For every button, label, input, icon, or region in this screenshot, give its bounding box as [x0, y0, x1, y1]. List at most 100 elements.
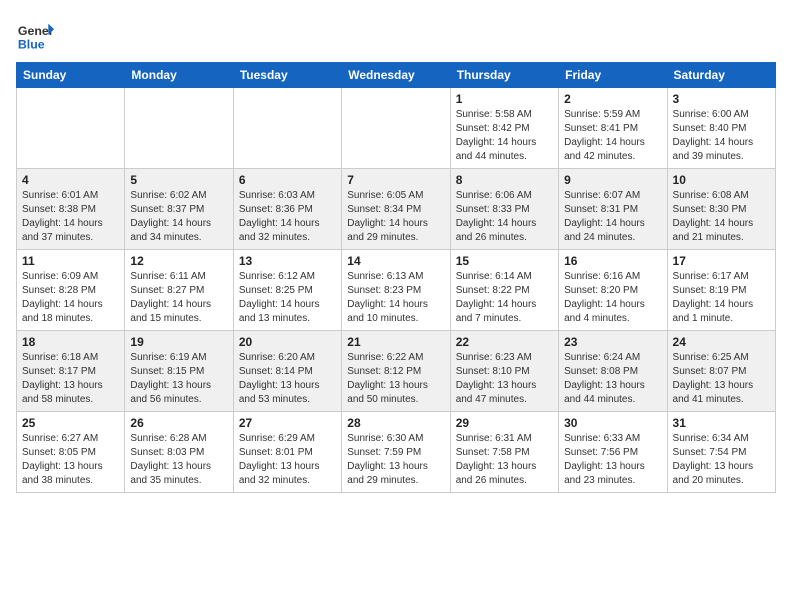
- day-number: 23: [564, 335, 661, 349]
- day-number: 25: [22, 416, 119, 430]
- day-info: Sunrise: 5:59 AM Sunset: 8:41 PM Dayligh…: [564, 108, 661, 164]
- day-number: 5: [130, 173, 227, 187]
- calendar-cell: 26 Sunrise: 6:28 AM Sunset: 8:03 PM Dayli…: [125, 412, 233, 493]
- calendar-week-1: 1Sunrise: 5:58 AM Sunset: 8:42 PM Daylig…: [17, 88, 776, 169]
- calendar-cell: 24 Sunrise: 6:25 AM Sunset: 8:07 PM Dayli…: [667, 331, 775, 412]
- weekday-header-monday: Monday: [125, 63, 233, 88]
- day-number: 22: [456, 335, 553, 349]
- calendar-cell: [125, 88, 233, 169]
- day-number: 17: [673, 254, 770, 268]
- calendar-cell: 6Sunrise: 6:03 AM Sunset: 8:36 PM Daylig…: [233, 169, 341, 250]
- day-number: 30: [564, 416, 661, 430]
- calendar-cell: 8 Sunrise: 6:06 AM Sunset: 8:33 PM Daylig…: [450, 169, 558, 250]
- calendar-cell: 31 Sunrise: 6:34 AM Sunset: 7:54 PM Dayli…: [667, 412, 775, 493]
- svg-text:Blue: Blue: [18, 37, 45, 51]
- calendar-cell: 29 Sunrise: 6:31 AM Sunset: 7:58 PM Dayli…: [450, 412, 558, 493]
- weekday-header-tuesday: Tuesday: [233, 63, 341, 88]
- calendar-cell: 11Sunrise: 6:09 AM Sunset: 8:28 PM Dayli…: [17, 250, 125, 331]
- calendar-cell: 21 Sunrise: 6:22 AM Sunset: 8:12 PM Dayli…: [342, 331, 450, 412]
- weekday-header-row: SundayMondayTuesdayWednesdayThursdayFrid…: [17, 63, 776, 88]
- calendar-cell: [342, 88, 450, 169]
- day-info: Sunrise: 6:17 AM Sunset: 8:19 PM Dayligh…: [673, 270, 770, 326]
- calendar-cell: 19 Sunrise: 6:19 AM Sunset: 8:15 PM Dayli…: [125, 331, 233, 412]
- day-info: Sunrise: 6:05 AM Sunset: 8:34 PM Dayligh…: [347, 189, 444, 245]
- day-number: 29: [456, 416, 553, 430]
- day-info: Sunrise: 6:12 AM Sunset: 8:25 PM Dayligh…: [239, 270, 336, 326]
- calendar-cell: 2 Sunrise: 5:59 AM Sunset: 8:41 PM Daylig…: [559, 88, 667, 169]
- weekday-header-thursday: Thursday: [450, 63, 558, 88]
- calendar-cell: 13 Sunrise: 6:12 AM Sunset: 8:25 PM Dayli…: [233, 250, 341, 331]
- calendar-cell: 12 Sunrise: 6:11 AM Sunset: 8:27 PM Dayli…: [125, 250, 233, 331]
- calendar-table: SundayMondayTuesdayWednesdayThursdayFrid…: [16, 62, 776, 493]
- day-number: 14: [347, 254, 444, 268]
- calendar-cell: 5 Sunrise: 6:02 AM Sunset: 8:37 PM Daylig…: [125, 169, 233, 250]
- day-info: Sunrise: 6:29 AM Sunset: 8:01 PM Dayligh…: [239, 432, 336, 488]
- day-info: Sunrise: 6:28 AM Sunset: 8:03 PM Dayligh…: [130, 432, 227, 488]
- day-info: Sunrise: 6:01 AM Sunset: 8:38 PM Dayligh…: [22, 189, 119, 245]
- calendar-cell: 17 Sunrise: 6:17 AM Sunset: 8:19 PM Dayli…: [667, 250, 775, 331]
- page-header: General Blue: [16, 16, 776, 54]
- weekday-header-wednesday: Wednesday: [342, 63, 450, 88]
- day-number: 10: [673, 173, 770, 187]
- day-info: Sunrise: 5:58 AM Sunset: 8:42 PM Dayligh…: [456, 108, 553, 164]
- day-number: 21: [347, 335, 444, 349]
- day-number: 3: [673, 92, 770, 106]
- day-info: Sunrise: 6:23 AM Sunset: 8:10 PM Dayligh…: [456, 351, 553, 407]
- calendar-cell: 7 Sunrise: 6:05 AM Sunset: 8:34 PM Daylig…: [342, 169, 450, 250]
- day-info: Sunrise: 6:19 AM Sunset: 8:15 PM Dayligh…: [130, 351, 227, 407]
- day-info: Sunrise: 6:11 AM Sunset: 8:27 PM Dayligh…: [130, 270, 227, 326]
- calendar-cell: 25Sunrise: 6:27 AM Sunset: 8:05 PM Dayli…: [17, 412, 125, 493]
- day-info: Sunrise: 6:31 AM Sunset: 7:58 PM Dayligh…: [456, 432, 553, 488]
- calendar-cell: [17, 88, 125, 169]
- calendar-cell: 14 Sunrise: 6:13 AM Sunset: 8:23 PM Dayli…: [342, 250, 450, 331]
- day-info: Sunrise: 6:07 AM Sunset: 8:31 PM Dayligh…: [564, 189, 661, 245]
- day-number: 13: [239, 254, 336, 268]
- day-info: Sunrise: 6:18 AM Sunset: 8:17 PM Dayligh…: [22, 351, 119, 407]
- calendar-week-2: 4 Sunrise: 6:01 AM Sunset: 8:38 PM Daylig…: [17, 169, 776, 250]
- day-info: Sunrise: 6:20 AM Sunset: 8:14 PM Dayligh…: [239, 351, 336, 407]
- calendar-cell: 16Sunrise: 6:16 AM Sunset: 8:20 PM Dayli…: [559, 250, 667, 331]
- day-info: Sunrise: 6:06 AM Sunset: 8:33 PM Dayligh…: [456, 189, 553, 245]
- day-number: 24: [673, 335, 770, 349]
- weekday-header-sunday: Sunday: [17, 63, 125, 88]
- day-info: Sunrise: 6:13 AM Sunset: 8:23 PM Dayligh…: [347, 270, 444, 326]
- calendar-cell: 15Sunrise: 6:14 AM Sunset: 8:22 PM Dayli…: [450, 250, 558, 331]
- day-number: 7: [347, 173, 444, 187]
- day-number: 19: [130, 335, 227, 349]
- calendar-cell: 22 Sunrise: 6:23 AM Sunset: 8:10 PM Dayli…: [450, 331, 558, 412]
- calendar-cell: 20Sunrise: 6:20 AM Sunset: 8:14 PM Dayli…: [233, 331, 341, 412]
- calendar-week-3: 11Sunrise: 6:09 AM Sunset: 8:28 PM Dayli…: [17, 250, 776, 331]
- calendar-cell: 23Sunrise: 6:24 AM Sunset: 8:08 PM Dayli…: [559, 331, 667, 412]
- day-info: Sunrise: 6:22 AM Sunset: 8:12 PM Dayligh…: [347, 351, 444, 407]
- calendar-cell: 1Sunrise: 5:58 AM Sunset: 8:42 PM Daylig…: [450, 88, 558, 169]
- calendar-cell: 10 Sunrise: 6:08 AM Sunset: 8:30 PM Dayli…: [667, 169, 775, 250]
- logo-icon: General Blue: [16, 16, 54, 54]
- day-number: 11: [22, 254, 119, 268]
- day-number: 8: [456, 173, 553, 187]
- day-info: Sunrise: 6:14 AM Sunset: 8:22 PM Dayligh…: [456, 270, 553, 326]
- calendar-week-5: 25Sunrise: 6:27 AM Sunset: 8:05 PM Dayli…: [17, 412, 776, 493]
- day-number: 9: [564, 173, 661, 187]
- day-number: 12: [130, 254, 227, 268]
- day-number: 27: [239, 416, 336, 430]
- calendar-cell: 28Sunrise: 6:30 AM Sunset: 7:59 PM Dayli…: [342, 412, 450, 493]
- day-info: Sunrise: 6:08 AM Sunset: 8:30 PM Dayligh…: [673, 189, 770, 245]
- day-number: 2: [564, 92, 661, 106]
- day-number: 26: [130, 416, 227, 430]
- day-info: Sunrise: 6:34 AM Sunset: 7:54 PM Dayligh…: [673, 432, 770, 488]
- calendar-cell: 3 Sunrise: 6:00 AM Sunset: 8:40 PM Daylig…: [667, 88, 775, 169]
- weekday-header-saturday: Saturday: [667, 63, 775, 88]
- calendar-week-4: 18Sunrise: 6:18 AM Sunset: 8:17 PM Dayli…: [17, 331, 776, 412]
- day-number: 4: [22, 173, 119, 187]
- day-info: Sunrise: 6:16 AM Sunset: 8:20 PM Dayligh…: [564, 270, 661, 326]
- calendar-cell: 9 Sunrise: 6:07 AM Sunset: 8:31 PM Daylig…: [559, 169, 667, 250]
- day-number: 6: [239, 173, 336, 187]
- day-info: Sunrise: 6:02 AM Sunset: 8:37 PM Dayligh…: [130, 189, 227, 245]
- calendar-cell: 18Sunrise: 6:18 AM Sunset: 8:17 PM Dayli…: [17, 331, 125, 412]
- day-info: Sunrise: 6:00 AM Sunset: 8:40 PM Dayligh…: [673, 108, 770, 164]
- day-info: Sunrise: 6:33 AM Sunset: 7:56 PM Dayligh…: [564, 432, 661, 488]
- calendar-cell: 4 Sunrise: 6:01 AM Sunset: 8:38 PM Daylig…: [17, 169, 125, 250]
- day-number: 31: [673, 416, 770, 430]
- day-info: Sunrise: 6:25 AM Sunset: 8:07 PM Dayligh…: [673, 351, 770, 407]
- calendar-cell: 30 Sunrise: 6:33 AM Sunset: 7:56 PM Dayli…: [559, 412, 667, 493]
